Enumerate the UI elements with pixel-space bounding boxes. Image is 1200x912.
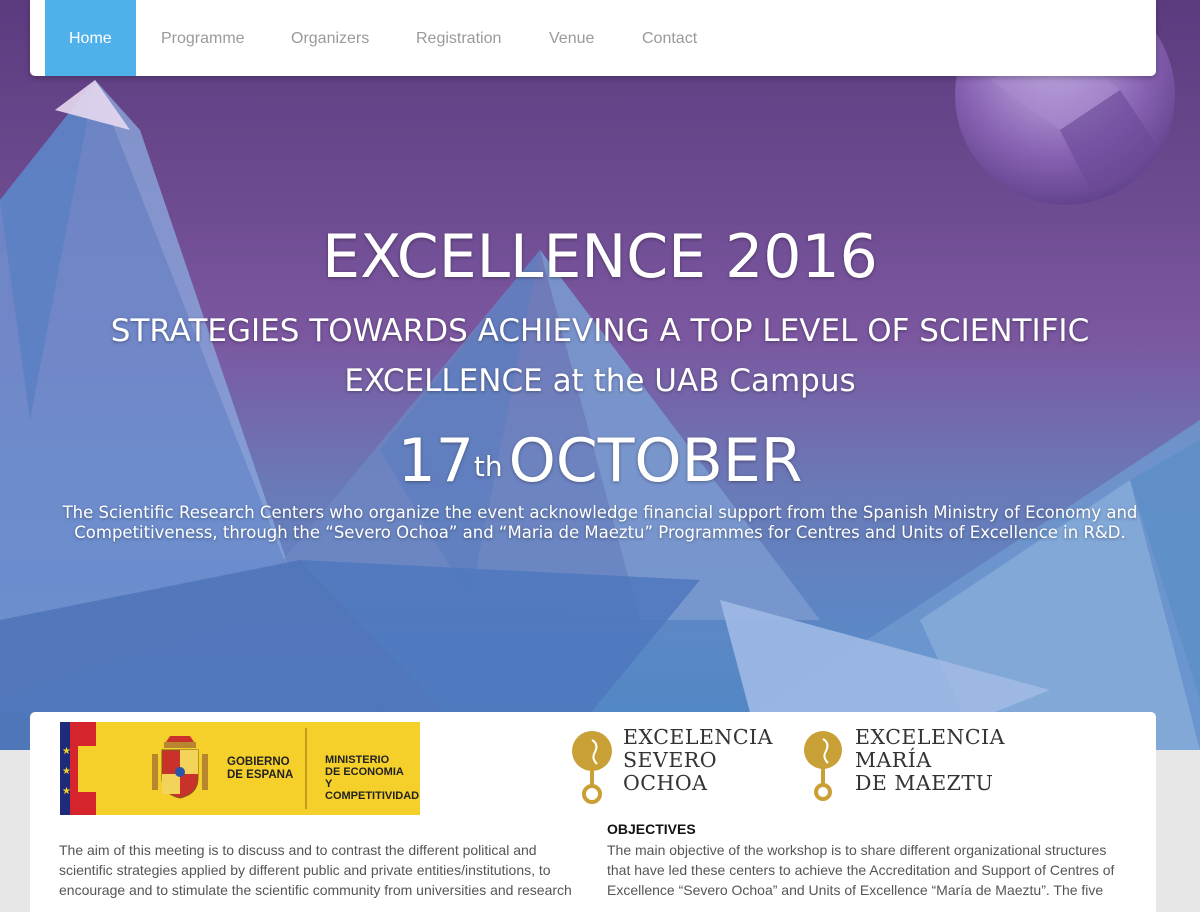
intro-paragraph: The aim of this meeting is to discuss an… (59, 842, 572, 898)
maeztu-line3: DE MAEZTU (855, 771, 994, 795)
nav-programme[interactable]: Programme (137, 0, 269, 76)
svg-text:★: ★ (62, 746, 71, 757)
ministry-line3: Y COMPETITIVIDAD (325, 778, 420, 802)
gov-line2: DE ESPANA (227, 769, 294, 781)
severo-ochoa-logo: EXCELENCIA SEVERO OCHOA (572, 725, 773, 804)
content-panel: ★ ★ ★ GOBIERNO DE ESPANA MINISTERIO DE E… (30, 712, 1156, 912)
date-day: 17 (397, 426, 474, 496)
severo-ochoa-mark-icon (572, 731, 612, 804)
maeztu-line2: MARÍA (855, 748, 932, 772)
nav-registration[interactable]: Registration (392, 0, 525, 76)
severo-line1: EXCELENCIA (623, 725, 773, 749)
date-month: OCTOBER (508, 426, 803, 496)
gov-divider (305, 728, 307, 809)
hero-acknowledgement: The Scientific Research Centers who orga… (62, 503, 1138, 542)
svg-text:★: ★ (62, 766, 71, 777)
maria-de-maeztu-mark-icon (804, 731, 842, 801)
objectives-paragraph: The main objective of the workshop is to… (607, 842, 1115, 898)
hero-subtitle: STRATEGIES TOWARDS ACHIEVING A TOP LEVEL… (110, 313, 1090, 399)
government-ministry-logo: ★ ★ ★ GOBIERNO DE ESPANA MINISTERIO DE E… (60, 722, 420, 815)
objectives-heading: OBJECTIVES (607, 821, 696, 837)
hero-date: 17th OCTOBER (0, 424, 1200, 498)
ministry-text-block: MINISTERIO DE ECONOMIA Y COMPETITIVIDAD (325, 754, 420, 802)
nav-contact[interactable]: Contact (618, 0, 721, 76)
gov-line1: GOBIERNO (227, 756, 290, 768)
top-navigation: Home Programme Organizers Registration V… (30, 0, 1156, 76)
maeztu-line1: EXCELENCIA (855, 725, 1005, 749)
hero-banner: EXCELLENCE 2016 STRATEGIES TOWARDS ACHIE… (0, 0, 1200, 750)
gov-logo-background: GOBIERNO DE ESPANA MINISTERIO DE ECONOMI… (96, 722, 420, 815)
gov-text-block: GOBIERNO DE ESPANA (227, 756, 293, 782)
severo-line3: OCHOA (623, 771, 708, 795)
coat-of-arms-icon (152, 736, 208, 799)
nav-venue[interactable]: Venue (525, 0, 618, 76)
severo-line2: SEVERO (623, 748, 718, 772)
ministry-line2: DE ECONOMIA (325, 766, 404, 778)
hero-title: EXCELLENCE 2016 (322, 222, 878, 292)
svg-text:★: ★ (62, 786, 71, 797)
date-suffix: th (473, 450, 503, 483)
eu-flag-strip-icon: ★ ★ ★ (60, 722, 96, 815)
nav-organizers[interactable]: Organizers (267, 0, 393, 76)
ministry-line1: MINISTERIO (325, 754, 390, 766)
maria-de-maeztu-logo: EXCELENCIA MARÍA DE MAEZTU (804, 725, 1005, 801)
nav-home[interactable]: Home (45, 0, 136, 76)
